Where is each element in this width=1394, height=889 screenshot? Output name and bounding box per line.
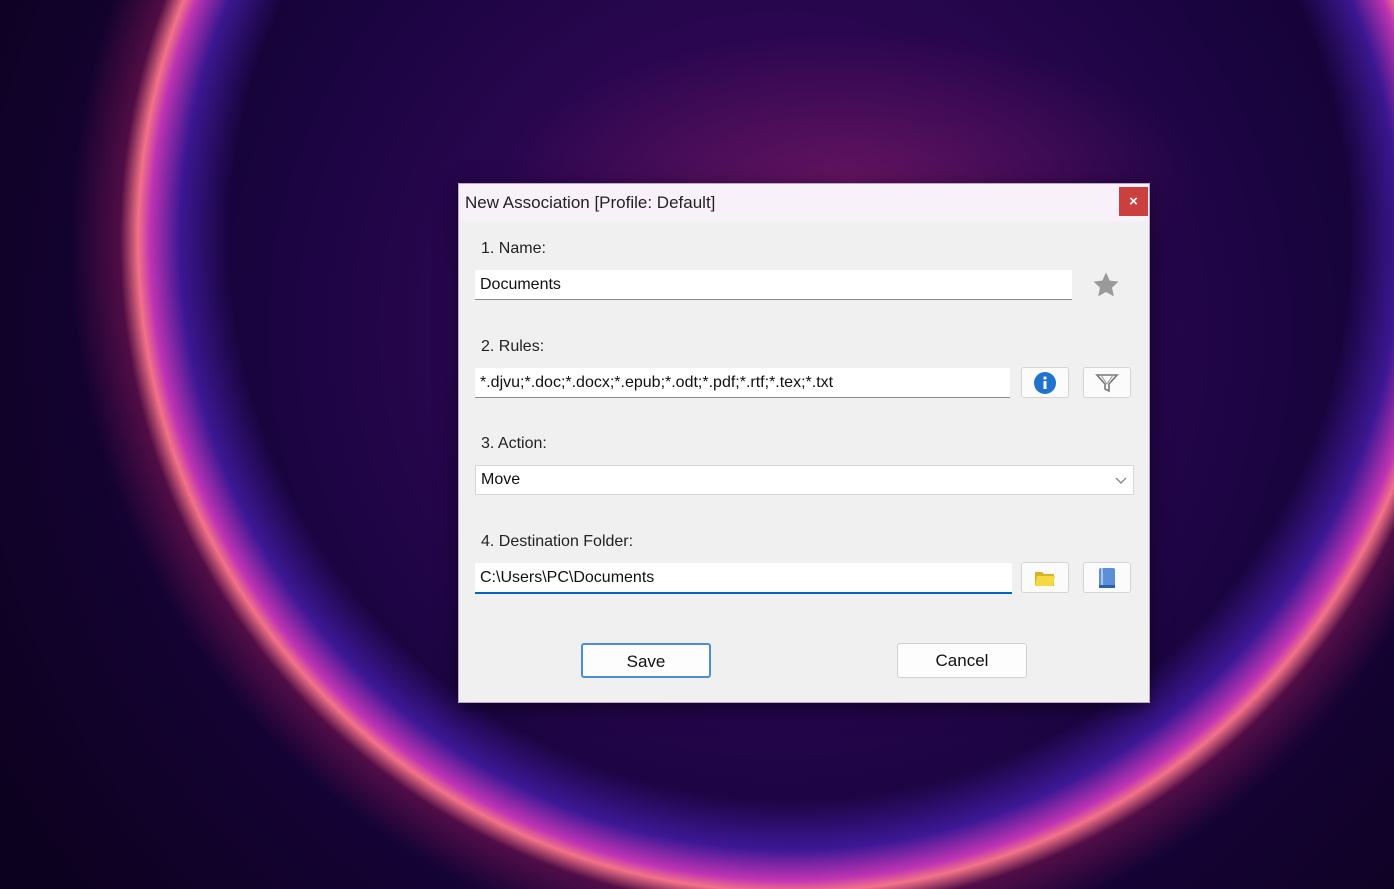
- name-input[interactable]: Documents: [475, 270, 1072, 300]
- name-label: 1. Name:: [481, 240, 546, 257]
- library-button[interactable]: [1083, 562, 1131, 593]
- dialog-title: New Association [Profile: Default]: [465, 193, 716, 212]
- info-button[interactable]: [1021, 367, 1069, 398]
- action-value: Move: [481, 471, 521, 488]
- rules-label: 2. Rules:: [481, 338, 545, 355]
- book-icon: [1099, 567, 1115, 588]
- info-icon: [1034, 371, 1056, 394]
- action-select[interactable]: Move: [475, 465, 1134, 495]
- filter-button[interactable]: [1083, 367, 1131, 398]
- browse-folder-button[interactable]: [1021, 562, 1069, 593]
- title-bar[interactable]: New Association [Profile: Default] ×: [459, 184, 1149, 221]
- new-association-dialog: New Association [Profile: Default] × 1. …: [458, 183, 1150, 703]
- folder-icon: [1035, 571, 1055, 586]
- filter-icon: [1095, 373, 1119, 392]
- destination-label: 4. Destination Folder:: [481, 533, 634, 550]
- destination-input[interactable]: C:\Users\PC\Documents: [475, 563, 1012, 594]
- cancel-button[interactable]: Cancel: [897, 643, 1027, 678]
- rules-input[interactable]: *.djvu;*.doc;*.docx;*.epub;*.odt;*.pdf;*…: [475, 368, 1010, 398]
- close-button[interactable]: ×: [1119, 187, 1148, 216]
- chevron-down-icon: [1115, 477, 1127, 484]
- save-button[interactable]: Save: [581, 643, 711, 678]
- star-icon[interactable]: [1091, 270, 1121, 300]
- action-label: 3. Action:: [481, 435, 547, 452]
